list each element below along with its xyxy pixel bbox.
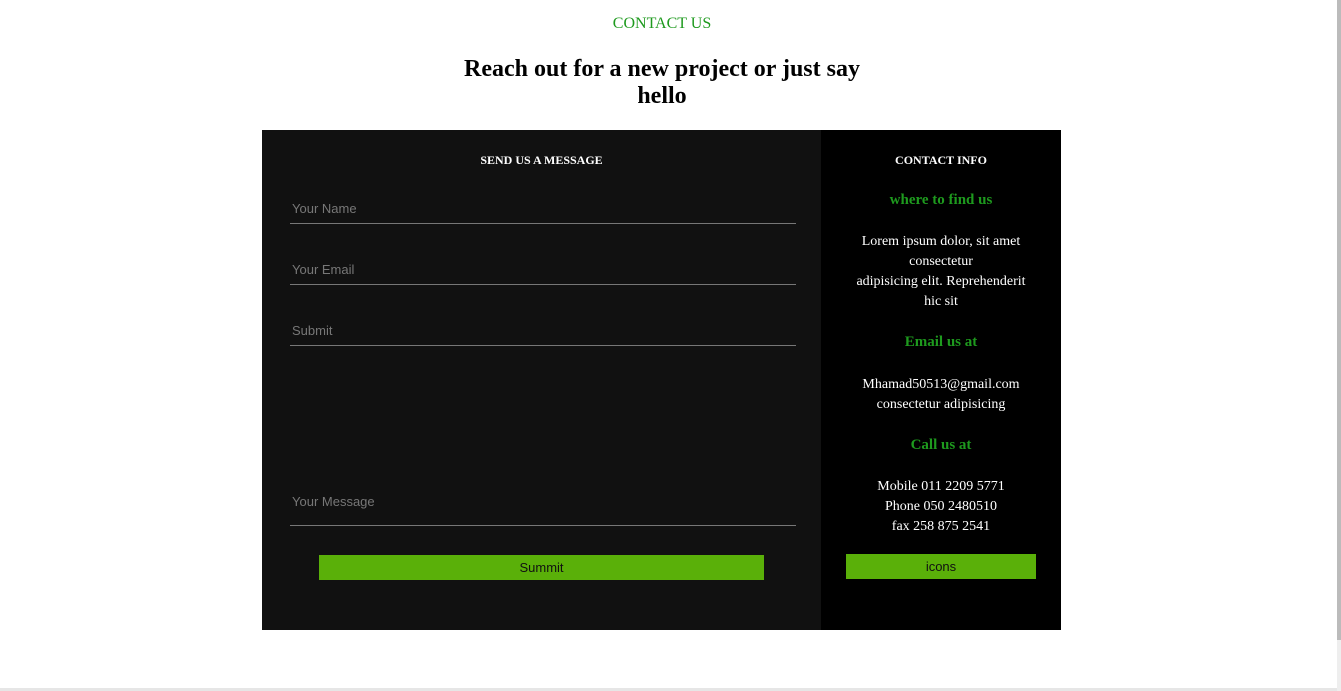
email-input[interactable] <box>290 261 796 285</box>
mobile-number: Mobile 011 2209 5771 <box>877 479 1005 494</box>
info-heading: CONTACT INFO <box>895 153 987 167</box>
contact-info: CONTACT INFO where to find us Lorem ipsu… <box>821 130 1061 630</box>
phone-block: Mobile 011 2209 5771 Phone 050 2480510 f… <box>821 477 1061 537</box>
fax-number: fax 258 875 2541 <box>891 519 991 534</box>
email-address: Mhamad50513@gmail.com <box>862 377 1020 392</box>
phone-number: Phone 050 2480510 <box>885 499 997 514</box>
find-label: where to find us <box>889 192 993 208</box>
email-label: Email us at <box>904 334 978 350</box>
form-heading: SEND US A MESSAGE <box>480 153 603 167</box>
subject-input[interactable] <box>290 322 796 346</box>
address: Lorem ipsum dolor, sit amet consectetur … <box>821 232 1061 312</box>
message-input[interactable] <box>290 418 796 526</box>
icons-button[interactable]: icons <box>846 554 1036 579</box>
address-line: Lorem ipsum dolor, sit amet consectetur <box>861 234 1021 269</box>
contact-card: SEND US A MESSAGE Summit CONTACT INFO wh… <box>262 130 1061 630</box>
page-title: Reach out for a new project or just say … <box>464 56 860 109</box>
scrollbar[interactable] <box>1337 0 1341 691</box>
email-note: consectetur adipisicing <box>876 397 1006 412</box>
name-input[interactable] <box>290 200 796 224</box>
submit-button[interactable]: Summit <box>319 555 764 580</box>
message-form: SEND US A MESSAGE Summit <box>262 130 821 630</box>
email-block: Mhamad50513@gmail.com consectetur adipis… <box>821 375 1061 415</box>
address-line: adipisicing elit. Reprehenderit hic sit <box>856 274 1026 309</box>
call-label: Call us at <box>910 437 972 453</box>
section-eyebrow: CONTACT US <box>612 15 712 32</box>
scrollbar-thumb[interactable] <box>1337 0 1341 640</box>
